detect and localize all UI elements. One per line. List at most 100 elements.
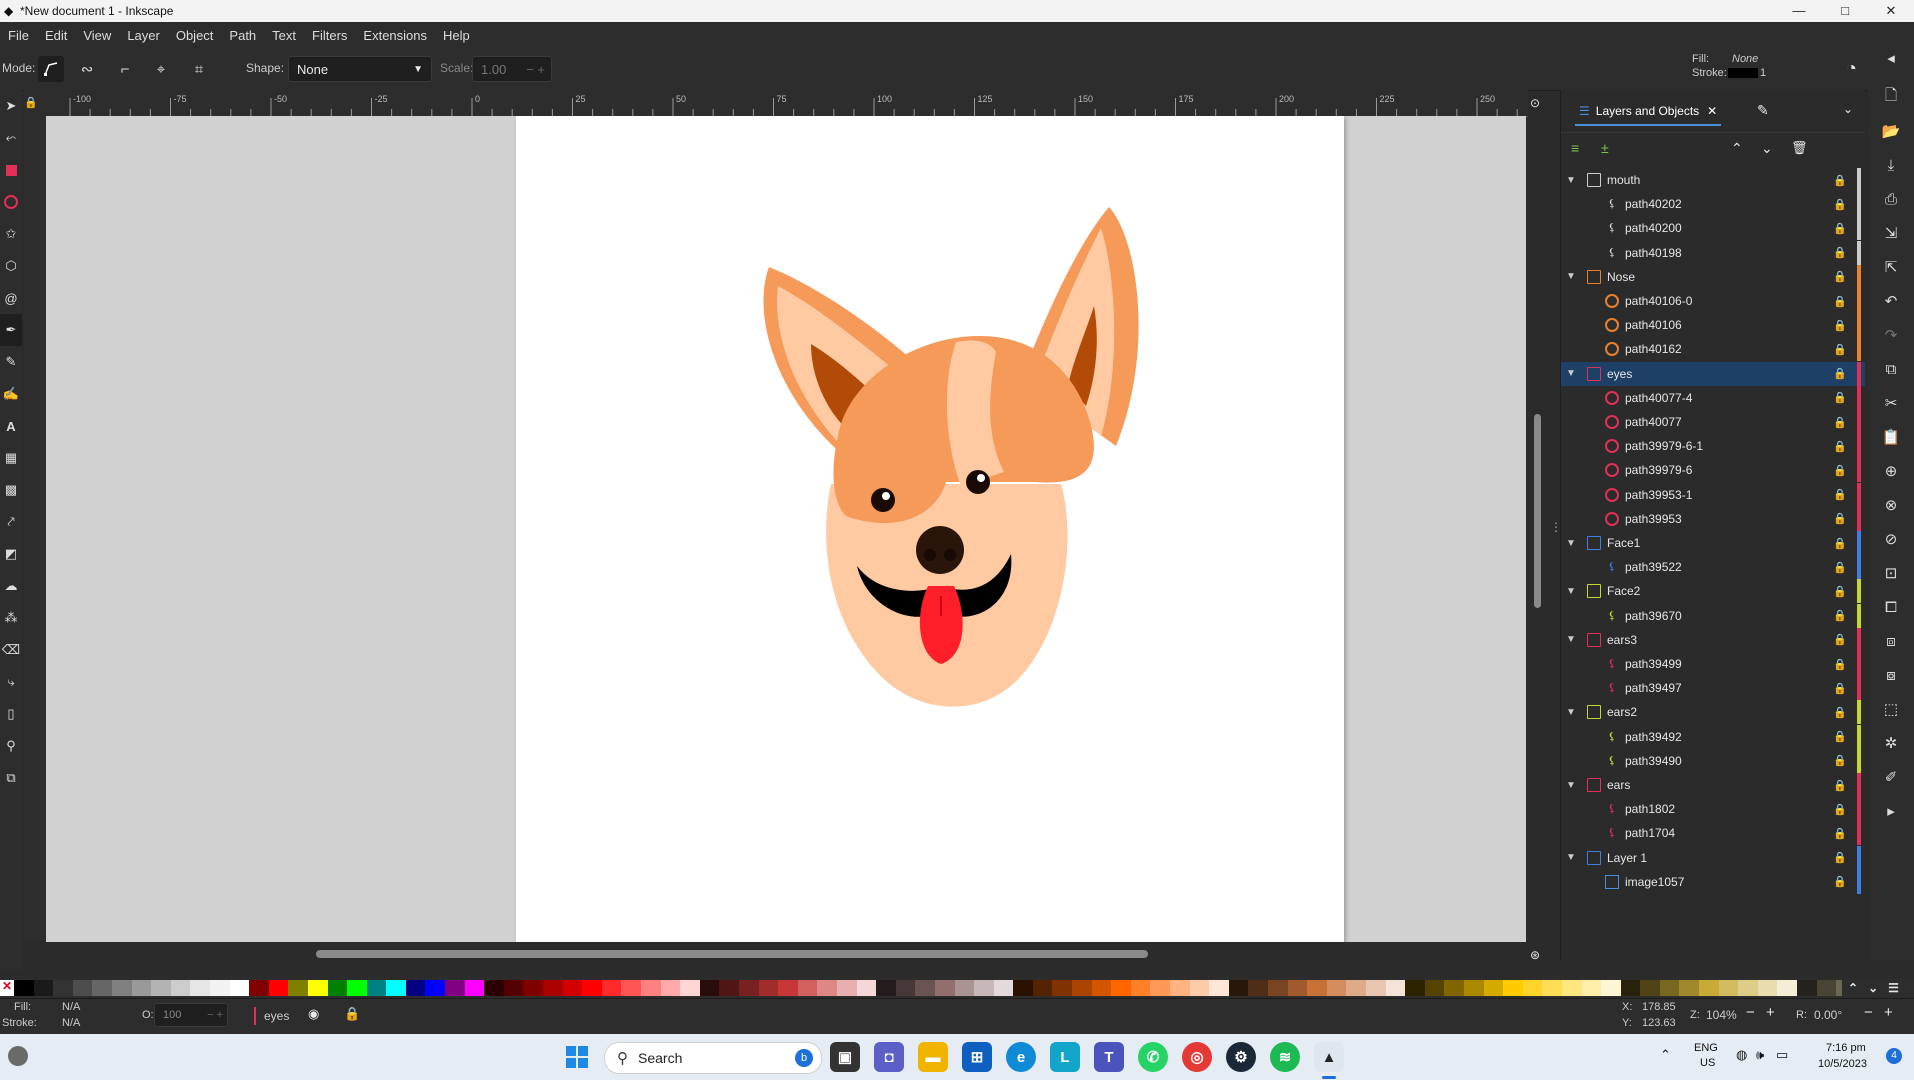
menu-edit[interactable]: Edit	[37, 28, 75, 43]
expand-triangle-icon[interactable]: ▼	[1565, 175, 1577, 186]
palette-swatch[interactable]	[974, 980, 994, 996]
palette-swatch[interactable]	[1581, 980, 1602, 996]
object-row[interactable]: ⚸ path39492 🔒	[1561, 724, 1865, 749]
palette-swatch[interactable]	[72, 980, 93, 996]
palette-swatch[interactable]	[1209, 980, 1229, 996]
eraser-tool-icon[interactable]: ⌫	[0, 634, 22, 666]
palette-swatch[interactable]	[1287, 980, 1308, 996]
unlink-clone-icon[interactable]: ⧇	[1868, 658, 1914, 692]
zoom-in-icon[interactable]: +	[1766, 1004, 1775, 1021]
lock-icon[interactable]: 🔒	[1833, 440, 1847, 453]
language-top[interactable]: ENG	[1694, 1042, 1718, 1054]
palette-swatch[interactable]	[1522, 980, 1543, 996]
palette-swatch[interactable]	[288, 980, 308, 996]
taskbar-search-box[interactable]: ⚲ Search b	[604, 1042, 822, 1074]
windows-start-icon[interactable]	[566, 1046, 588, 1068]
add-layer-icon[interactable]: ≡	[1571, 140, 1579, 156]
palette-swatch[interactable]	[582, 980, 602, 996]
whatsapp-icon[interactable]: ✆	[1138, 1042, 1168, 1072]
gradient-tool-icon[interactable]: ▦	[0, 442, 22, 474]
rectangle-tool-icon[interactable]	[0, 154, 22, 186]
stroke-swatch[interactable]	[1728, 68, 1758, 78]
palette-swatch[interactable]	[386, 980, 406, 996]
menu-layer[interactable]: Layer	[119, 28, 168, 43]
palette-swatch[interactable]	[445, 980, 465, 996]
zoom-page-icon[interactable]: ⊘	[1868, 522, 1914, 556]
palette-up-icon[interactable]: ⌃	[1848, 981, 1858, 995]
expand-triangle-icon[interactable]: ▼	[1565, 852, 1577, 863]
palette-swatch[interactable]	[562, 980, 583, 996]
lock-icon[interactable]: 🔒	[1833, 367, 1847, 380]
lock-icon[interactable]: 🔒	[1833, 609, 1847, 622]
object-row[interactable]: path39953-1 🔒	[1561, 482, 1865, 507]
new-document-icon[interactable]: 🗋	[1868, 80, 1914, 114]
horizontal-scrollbar[interactable]	[316, 950, 1148, 958]
zoom-value[interactable]: 104%	[1706, 1008, 1737, 1022]
zoom-selection-icon[interactable]: ⊕	[1868, 454, 1914, 488]
shape-dropdown[interactable]: None ▼	[288, 56, 432, 82]
widgets-icon[interactable]	[8, 1046, 28, 1066]
palette-swatch[interactable]	[1718, 980, 1739, 996]
object-row[interactable]: path40106 🔒	[1561, 313, 1865, 338]
palette-swatch[interactable]	[1640, 980, 1660, 996]
palette-swatch[interactable]	[778, 980, 798, 996]
layer-row[interactable]: ▼ Layer 1 🔒	[1561, 845, 1865, 870]
right-eye[interactable]	[966, 470, 990, 494]
palette-swatch[interactable]	[151, 980, 171, 996]
object-row[interactable]: ⚸ path39490 🔒	[1561, 748, 1865, 773]
menu-view[interactable]: View	[75, 28, 119, 43]
selector-tool-icon[interactable]: ➤	[0, 90, 22, 122]
spotify-icon[interactable]: ≋	[1270, 1042, 1300, 1072]
palette-swatch[interactable]	[1170, 980, 1190, 996]
palette-swatch[interactable]	[1268, 980, 1288, 996]
palette-swatch[interactable]	[405, 980, 426, 996]
polyline-mode-button[interactable]: ⌗	[186, 56, 212, 82]
palette-swatch[interactable]	[1365, 980, 1386, 996]
palette-swatch[interactable]	[1130, 980, 1151, 996]
palette-swatch[interactable]	[1248, 980, 1268, 996]
palette-swatch[interactable]	[1777, 980, 1798, 996]
layer-color-strip[interactable]	[1857, 531, 1861, 555]
palette-swatch[interactable]	[1738, 980, 1758, 996]
export-icon[interactable]: ⇱	[1868, 250, 1914, 284]
object-row[interactable]: path39953 🔒	[1561, 506, 1865, 531]
steam-icon[interactable]: ⚙	[1226, 1042, 1256, 1072]
zoom-width-icon[interactable]: ⊡	[1868, 556, 1914, 590]
palette-swatch[interactable]	[464, 980, 485, 996]
layer-color-strip[interactable]	[1857, 845, 1861, 870]
pen-tool-icon[interactable]: ✒	[0, 314, 22, 346]
canvas-area[interactable]	[46, 116, 1526, 942]
palette-swatch[interactable]	[1052, 980, 1073, 996]
redo-icon[interactable]: ↷	[1868, 318, 1914, 352]
close-tab-icon[interactable]: ✕	[1707, 104, 1717, 118]
layer-row[interactable]: ▼ eyes 🔒	[1561, 361, 1865, 386]
palette-swatch[interactable]	[523, 980, 544, 996]
import-icon[interactable]: ⇲	[1868, 216, 1914, 250]
undo-icon[interactable]: ↶	[1868, 284, 1914, 318]
layer-color-strip[interactable]	[1857, 773, 1861, 797]
lock-guides-icon[interactable]: 🔒	[24, 90, 38, 116]
pages-tool-icon[interactable]: ▯	[0, 698, 22, 730]
lock-icon[interactable]: 🔒	[1833, 222, 1847, 235]
bezier-mode-button[interactable]	[38, 56, 64, 82]
text-tool-icon[interactable]: A	[0, 410, 22, 442]
no-paint-swatch[interactable]: ✕	[0, 979, 14, 996]
duplicate-icon[interactable]: ⧠	[1868, 590, 1914, 624]
move-down-icon[interactable]: ⌄	[1761, 140, 1773, 157]
vertical-scrollbar[interactable]	[1534, 414, 1541, 608]
lock-icon[interactable]: 🔒	[1833, 658, 1847, 671]
paraxial-mode-button[interactable]: ⌖	[148, 56, 174, 82]
expand-triangle-icon[interactable]: ▼	[1565, 586, 1577, 597]
lock-icon[interactable]: 🔒	[1833, 803, 1847, 816]
lock-icon[interactable]: 🔒	[1833, 295, 1847, 308]
lock-icon[interactable]: 🔒	[1833, 585, 1847, 598]
teams-chat-icon[interactable]: ◘	[874, 1042, 904, 1072]
lock-icon[interactable]: 🔒	[1833, 537, 1847, 550]
palette-swatch[interactable]	[131, 980, 152, 996]
palette-swatch[interactable]	[366, 980, 387, 996]
object-row[interactable]: path39979-6 🔒	[1561, 458, 1865, 483]
palette-swatch[interactable]	[1444, 980, 1464, 996]
palette-swatch[interactable]	[1561, 980, 1582, 996]
save-document-icon[interactable]: ⤓	[1868, 148, 1914, 182]
palette-swatch[interactable]	[1542, 980, 1562, 996]
